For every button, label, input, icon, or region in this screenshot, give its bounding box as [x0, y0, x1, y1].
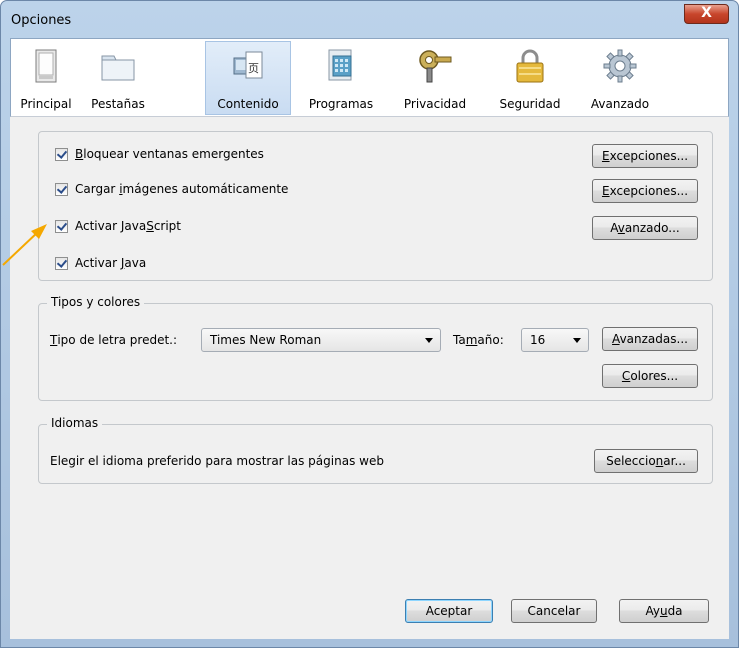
block-popups-checkbox[interactable]	[55, 147, 68, 161]
tab-label: Avanzado	[590, 97, 650, 111]
tab-label: Principal	[20, 97, 72, 111]
ok-button[interactable]: Aceptar	[405, 599, 493, 623]
tab-label: Privacidad	[403, 97, 467, 111]
languages-description: Elegir el idioma preferido para mostrar …	[50, 454, 384, 468]
colors-button[interactable]: Colores...	[602, 364, 698, 388]
fonts-advanced-button[interactable]: Avanzadas...	[602, 327, 698, 351]
tab-pestanas[interactable]: Pestañas	[83, 42, 153, 116]
enable-java-option[interactable]: Activar Java	[55, 256, 146, 270]
font-size-value: 16	[530, 333, 546, 347]
font-size-label: Ta m año:	[453, 333, 504, 347]
default-font-select[interactable]: Times New Roman	[201, 328, 441, 352]
window-title: Opciones	[11, 13, 72, 28]
tab-principal[interactable]: Principal	[11, 42, 81, 116]
tabs-icon	[101, 55, 135, 81]
chevron-down-icon	[573, 338, 581, 343]
fonts-colors-legend: Tipos y colores	[47, 295, 145, 309]
select-language-button[interactable]: Seleccionar...	[594, 449, 698, 473]
tab-programas[interactable]: Programas	[301, 42, 381, 116]
languages-legend: Idiomas	[47, 416, 103, 430]
default-font-value: Times New Roman	[210, 333, 322, 347]
key-icon	[419, 50, 452, 83]
default-font-label: Tipo de letra predet.:	[50, 333, 178, 347]
tab-seguridad[interactable]: Seguridad	[489, 42, 571, 116]
content-panel: Bloquear ventanas emergentes Excepciones…	[10, 117, 729, 639]
load-images-label: Cargar imágenes automáticamente	[75, 182, 289, 196]
block-popups-option[interactable]: Bloquear ventanas emergentes	[55, 147, 264, 161]
load-images-option[interactable]: Cargar imágenes automáticamente	[55, 182, 288, 196]
title-bar[interactable]: Opciones X	[1, 1, 738, 41]
options-toolbar: Principal Pestañas 页 Contenido Programas…	[10, 38, 729, 117]
font-size-select[interactable]: 16	[521, 328, 589, 352]
enable-java-checkbox[interactable]	[55, 256, 68, 270]
images-exceptions-button[interactable]: Excepciones...	[592, 179, 698, 203]
tab-label: Contenido	[217, 97, 279, 111]
enable-java-label: Activar Java	[75, 256, 147, 270]
tab-contenido[interactable]: 页 Contenido	[205, 41, 291, 115]
applications-icon	[328, 49, 352, 81]
enable-javascript-label: Activar JavaScript	[75, 219, 181, 233]
javascript-advanced-button[interactable]: Avanzado...	[592, 216, 698, 240]
load-images-checkbox[interactable]	[55, 182, 68, 196]
options-window: Opciones X Principal Pestañas 页 Contenid…	[0, 0, 739, 648]
close-button[interactable]: X	[684, 4, 729, 24]
content-icon: 页	[233, 51, 263, 79]
cancel-button[interactable]: Cancelar	[511, 599, 597, 623]
tab-label: Programas	[308, 97, 374, 111]
enable-javascript-checkbox[interactable]	[55, 219, 68, 233]
svg-text:页: 页	[248, 62, 259, 75]
annotation-arrow-icon	[2, 224, 47, 266]
tab-label: Seguridad	[499, 97, 561, 111]
window-icon	[35, 49, 57, 83]
close-icon: X	[701, 5, 712, 21]
help-button[interactable]: Ayuda	[619, 599, 709, 623]
gear-icon	[603, 49, 637, 83]
enable-javascript-option[interactable]: Activar JavaScript	[55, 219, 181, 233]
tab-label: Pestañas	[91, 97, 145, 111]
chevron-down-icon	[425, 338, 433, 343]
tab-privacidad[interactable]: Privacidad	[393, 42, 477, 116]
lock-icon	[516, 49, 544, 83]
popups-exceptions-button[interactable]: Excepciones...	[592, 144, 698, 168]
tab-avanzado[interactable]: Avanzado	[582, 42, 658, 116]
block-popups-label: Bloquear ventanas emergentes	[75, 147, 264, 161]
